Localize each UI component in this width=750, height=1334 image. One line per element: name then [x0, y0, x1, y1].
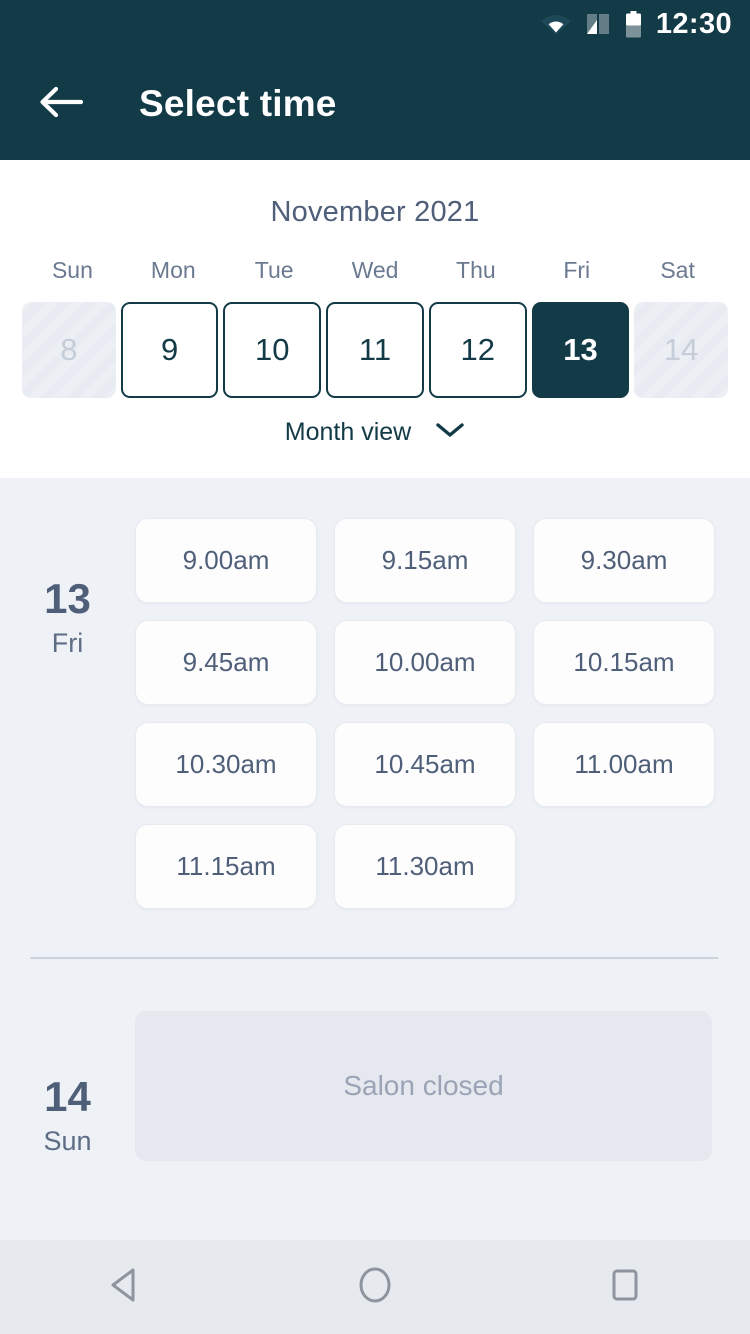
- calendar-day-8: 8: [22, 302, 116, 398]
- time-slot[interactable]: 11.00am: [533, 722, 715, 807]
- weekday-header-mon: Mon: [150, 257, 196, 283]
- weekday-header-tue: Tue: [254, 257, 294, 283]
- battery-icon: [625, 10, 642, 38]
- schedule-day-13: 13 Fri 9.00am 9.15am 9.30am 9.45am 10.00…: [0, 478, 750, 909]
- salon-closed-banner: Salon closed: [135, 1011, 712, 1161]
- weekday-header-sat: Sat: [660, 257, 695, 283]
- calendar-day-10[interactable]: 10: [223, 302, 322, 398]
- schedule-day-number: 13: [44, 575, 91, 622]
- schedule-day-14: 14 Sun Salon closed: [0, 959, 750, 1161]
- status-bar: 12:30: [0, 0, 750, 48]
- time-slot[interactable]: 9.30am: [533, 518, 715, 603]
- month-view-toggle[interactable]: Month view: [0, 418, 750, 447]
- schedule-area: 13 Fri 9.00am 9.15am 9.30am 9.45am 10.00…: [0, 478, 750, 1240]
- calendar-panel: November 2021 Sun Mon Tue Wed Thu Fri Sa…: [0, 160, 750, 478]
- calendar-day-13[interactable]: 13: [531, 302, 630, 398]
- back-arrow-icon: [39, 85, 84, 124]
- time-slot[interactable]: 11.15am: [135, 824, 317, 909]
- schedule-day-label-13: 13 Fri: [0, 518, 135, 909]
- calendar-days-row: 8 9 10 11 12 13 14: [0, 302, 750, 398]
- nav-home-button[interactable]: [320, 1240, 430, 1334]
- nav-recents-square-icon: [608, 1266, 642, 1309]
- calendar-day-14: 14: [634, 302, 729, 398]
- schedule-day-name: Sun: [43, 1126, 92, 1156]
- time-slot[interactable]: 10.45am: [334, 722, 516, 807]
- weekday-header-thu: Thu: [456, 257, 496, 283]
- wifi-icon: [541, 12, 571, 36]
- nav-back-triangle-icon: [107, 1266, 143, 1309]
- calendar-day-12[interactable]: 12: [428, 302, 527, 398]
- time-slot[interactable]: 10.30am: [135, 722, 317, 807]
- weekday-header-fri: Fri: [563, 257, 591, 283]
- chevron-down-icon: [435, 421, 465, 444]
- nav-recents-button[interactable]: [570, 1240, 680, 1334]
- time-slot[interactable]: 11.30am: [334, 824, 516, 909]
- calendar-day-9[interactable]: 9: [120, 302, 219, 398]
- signal-icon: [585, 12, 611, 36]
- time-slot[interactable]: 10.00am: [334, 620, 516, 705]
- time-slot[interactable]: 9.00am: [135, 518, 317, 603]
- android-nav-bar: [0, 1240, 750, 1334]
- nav-home-circle-icon: [356, 1264, 394, 1311]
- nav-back-button[interactable]: [70, 1240, 180, 1334]
- app-bar: Select time: [0, 48, 750, 160]
- time-slot[interactable]: 10.15am: [533, 620, 715, 705]
- status-bar-clock: 12:30: [655, 7, 732, 40]
- back-button[interactable]: [24, 67, 98, 141]
- weekday-header-row: Sun Mon Tue Wed Thu Fri Sat: [0, 257, 750, 284]
- weekday-header-wed: Wed: [351, 257, 399, 283]
- month-view-label: Month view: [284, 418, 412, 446]
- schedule-day-label-14: 14 Sun: [0, 1011, 135, 1161]
- time-slot[interactable]: 9.15am: [334, 518, 516, 603]
- schedule-day-number: 14: [44, 1073, 91, 1120]
- phone-screen: 12:30 Select time November 2021 Sun Mon …: [0, 0, 750, 1334]
- calendar-day-11[interactable]: 11: [326, 302, 424, 398]
- schedule-day-name: Fri: [51, 628, 84, 658]
- calendar-month-label: November 2021: [270, 196, 480, 228]
- time-slot-grid: 9.00am 9.15am 9.30am 9.45am 10.00am 10.1…: [135, 518, 750, 909]
- time-slot[interactable]: 9.45am: [135, 620, 317, 705]
- weekday-header-sun: Sun: [51, 257, 93, 283]
- page-title: Select time: [139, 83, 337, 124]
